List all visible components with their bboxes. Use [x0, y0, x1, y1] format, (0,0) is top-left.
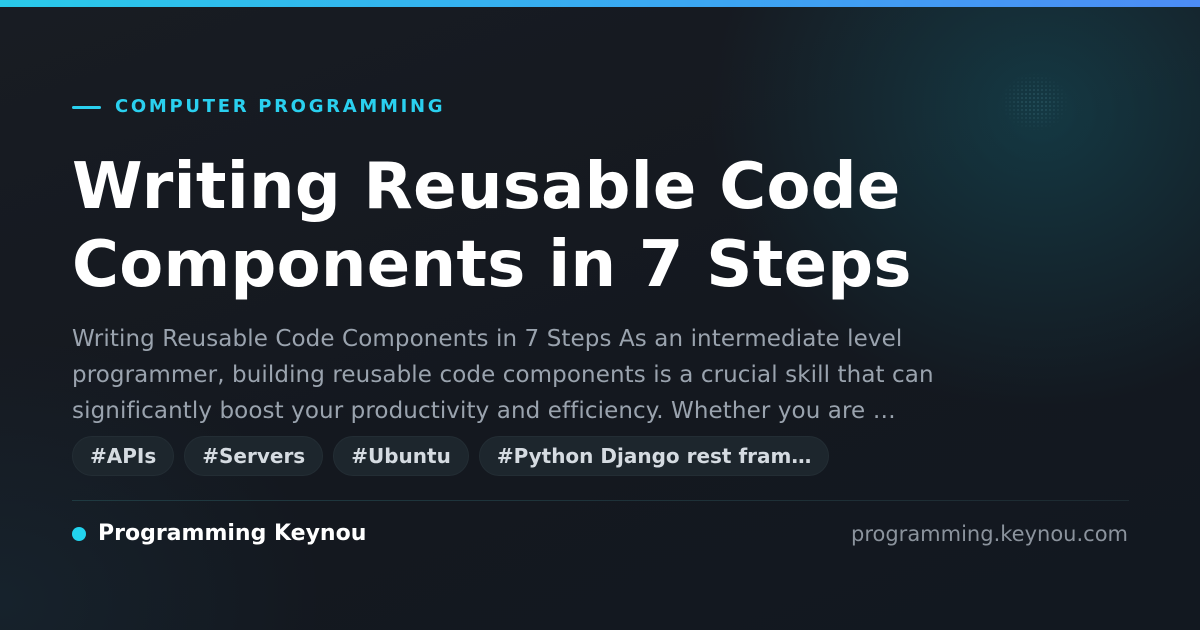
- description-line-2: programmer, building reusable code compo…: [72, 362, 934, 388]
- top-accent-bar: [0, 0, 1200, 7]
- description-line-1: Writing Reusable Code Components in 7 St…: [72, 326, 903, 352]
- footer-divider: [72, 500, 1129, 501]
- category-label: COMPUTER PROGRAMMING: [115, 96, 446, 117]
- tag-apis: #APIs: [72, 436, 175, 476]
- social-preview-card: COMPUTER PROGRAMMING Writing Reusable Co…: [0, 0, 1200, 630]
- brand-name: Programming Keynou: [98, 521, 367, 546]
- decorative-dot-pattern: [1000, 72, 1070, 132]
- description-line-3: significantly boost your productivity an…: [72, 398, 896, 424]
- article-description: Writing Reusable Code Components in 7 St…: [72, 321, 1132, 429]
- tag-list: #APIs #Servers #Ubuntu #Python Django re…: [72, 436, 830, 476]
- accent-dash-icon: [72, 105, 101, 109]
- category-eyebrow: COMPUTER PROGRAMMING: [72, 95, 445, 119]
- site-domain: programming.keynou.com: [851, 522, 1128, 546]
- tag-python-django: #Python Django rest fram…: [478, 436, 830, 476]
- tag-ubuntu: #Ubuntu: [333, 436, 469, 476]
- page-title: Writing Reusable Code Components in 7 St…: [72, 148, 1132, 304]
- title-line-2: Components in 7 Steps: [72, 228, 912, 302]
- site-brand: Programming Keynou: [72, 520, 366, 548]
- title-line-1: Writing Reusable Code: [72, 150, 901, 224]
- brand-dot-icon: [72, 527, 86, 541]
- tag-servers: #Servers: [184, 436, 324, 476]
